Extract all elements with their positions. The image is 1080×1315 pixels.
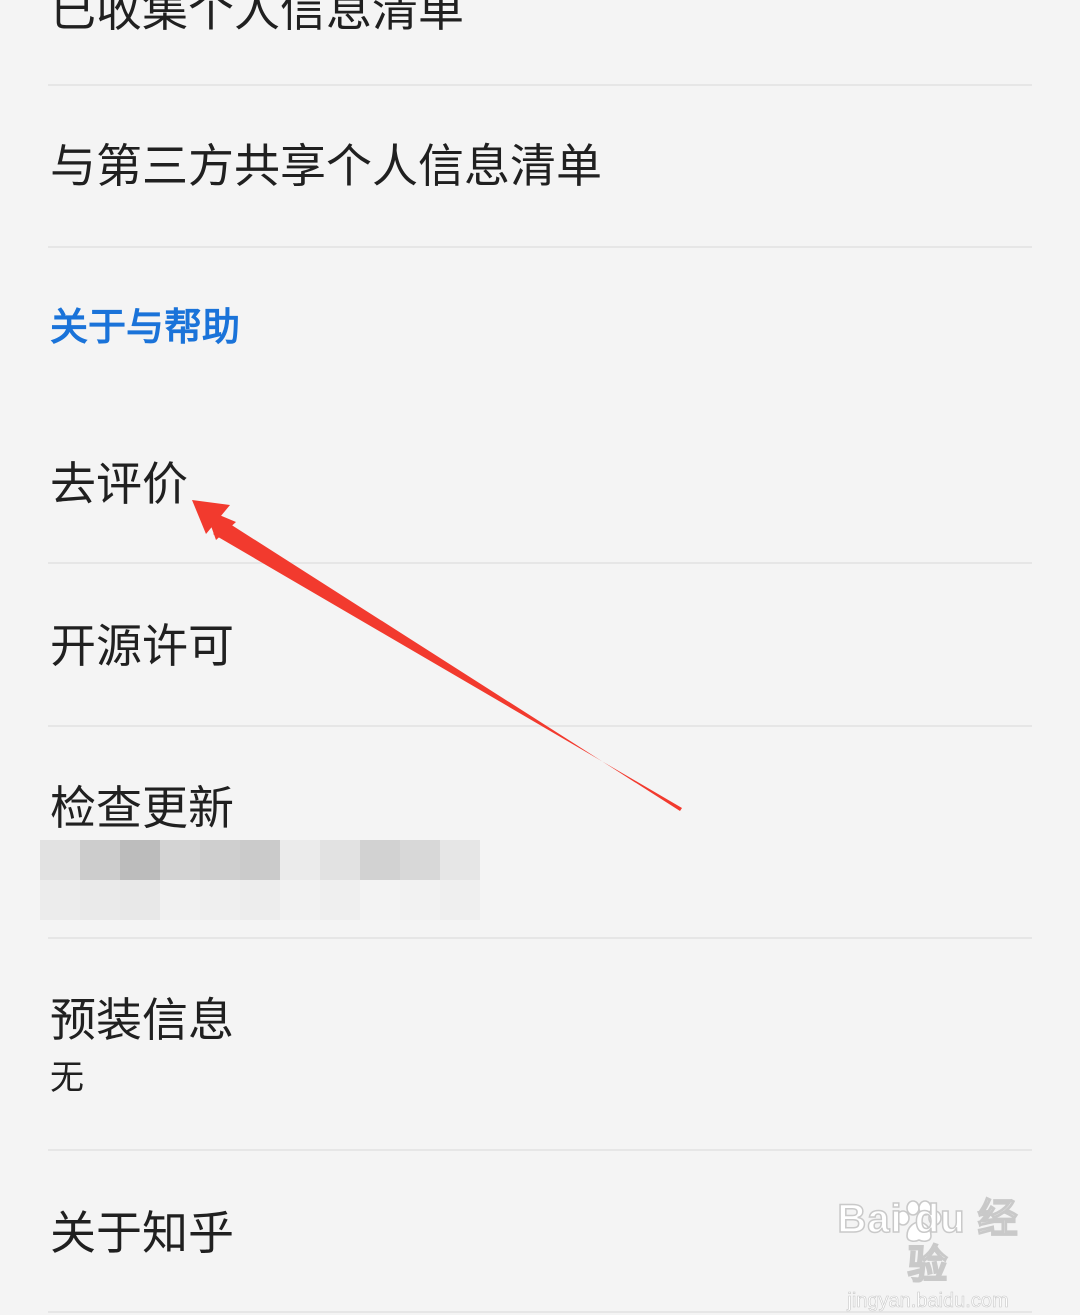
settings-item-label: 关于知乎 — [50, 1206, 234, 1260]
settings-item-rate[interactable]: 去评价 — [50, 454, 188, 514]
settings-item-third-party-sharing[interactable]: 与第三方共享个人信息清单 — [50, 136, 602, 196]
settings-item-preinstall-info[interactable]: 预装信息 — [50, 990, 234, 1050]
divider — [48, 937, 1032, 939]
settings-item-label: 预装信息 — [50, 993, 234, 1047]
divider — [48, 84, 1032, 86]
watermark-brand: Bai du 经验 — [837, 1196, 1019, 1288]
settings-item-open-source-license[interactable]: 开源许可 — [50, 616, 234, 676]
settings-item-subtext: 无 — [50, 1058, 84, 1098]
section-header-about-help: 关于与帮助 — [50, 305, 241, 349]
settings-item-label: 已收集个人信息清单 — [50, 0, 464, 37]
divider — [48, 1149, 1032, 1151]
settings-item-about-zhihu[interactable]: 关于知乎 — [50, 1203, 234, 1263]
baidu-jingyan-watermark: Bai du 经验 jingyan.baidu.com — [828, 1196, 1028, 1312]
divider — [48, 562, 1032, 564]
settings-item-label: 去评价 — [50, 457, 188, 511]
settings-item-label: 开源许可 — [50, 619, 234, 673]
settings-item-check-update[interactable]: 检查更新 — [50, 778, 234, 838]
divider — [48, 725, 1032, 727]
divider — [48, 246, 1032, 248]
settings-item-label: 检查更新 — [50, 781, 234, 835]
watermark-url: jingyan.baidu.com — [847, 1290, 1009, 1313]
redacted-version-text — [40, 840, 480, 920]
settings-item-label: 与第三方共享个人信息清单 — [50, 139, 602, 193]
settings-item-collected-info[interactable]: 已收集个人信息清单 — [50, 0, 464, 40]
